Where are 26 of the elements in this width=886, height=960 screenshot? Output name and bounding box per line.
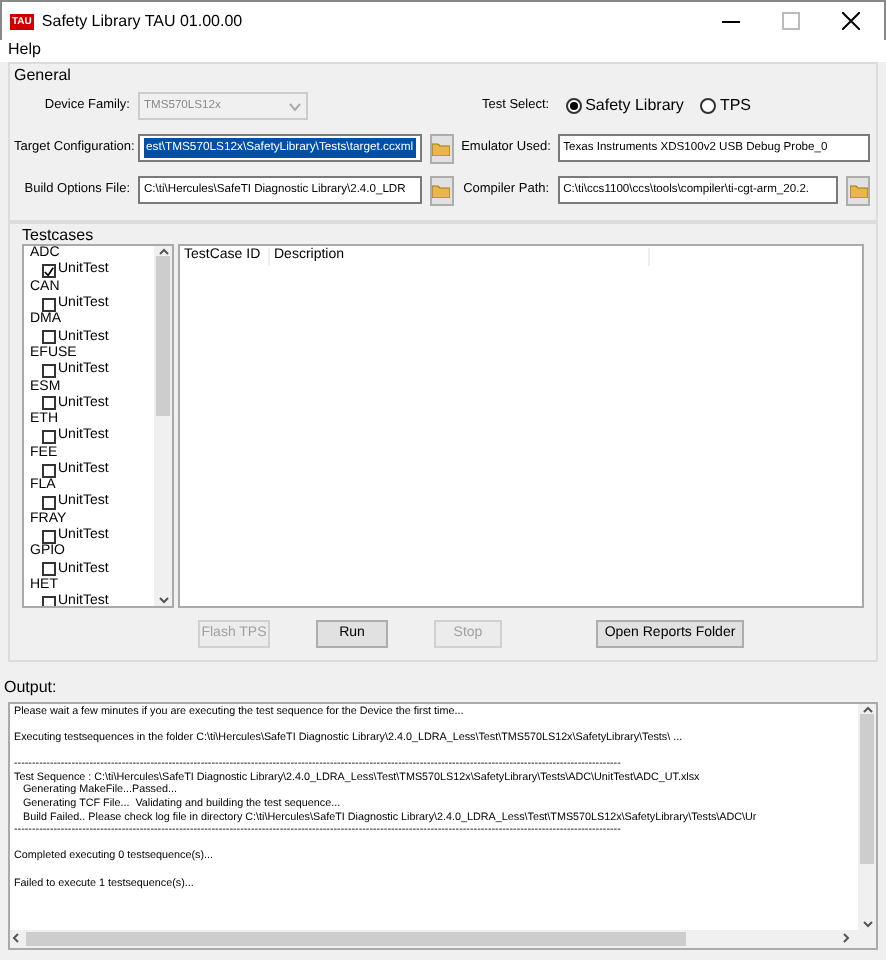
browse-button[interactable]	[429, 133, 454, 164]
scroll-right-icon	[842, 932, 852, 945]
scroll-left-icon	[10, 932, 20, 945]
scrollbar[interactable]	[154, 246, 172, 607]
folder-icon	[849, 183, 867, 198]
scrollbar[interactable]	[10, 929, 876, 948]
scroll-down-icon	[861, 919, 873, 930]
checkmark-icon	[44, 265, 54, 278]
browse-button[interactable]	[846, 175, 870, 206]
scroll-down-icon	[157, 596, 169, 607]
window-title: Safety Library TAU 01.00.00	[41, 11, 245, 31]
folder-icon	[432, 141, 451, 156]
radio-option[interactable]: TPS	[699, 96, 751, 116]
scrollbar[interactable]	[858, 703, 876, 930]
scroll-up-icon	[861, 703, 873, 714]
close-icon	[841, 12, 859, 30]
output-label: Output:	[4, 678, 57, 697]
chevron-down-icon	[288, 101, 302, 112]
folder-icon	[432, 183, 451, 198]
maximize-icon	[781, 12, 799, 30]
scroll-up-icon	[157, 246, 169, 257]
radio-option[interactable]: Safety Library	[565, 96, 684, 116]
group-title: General	[14, 66, 73, 86]
menu-item[interactable]: Help	[8, 40, 41, 62]
group-title: Testcases	[22, 225, 96, 245]
browse-button[interactable]	[429, 175, 454, 206]
